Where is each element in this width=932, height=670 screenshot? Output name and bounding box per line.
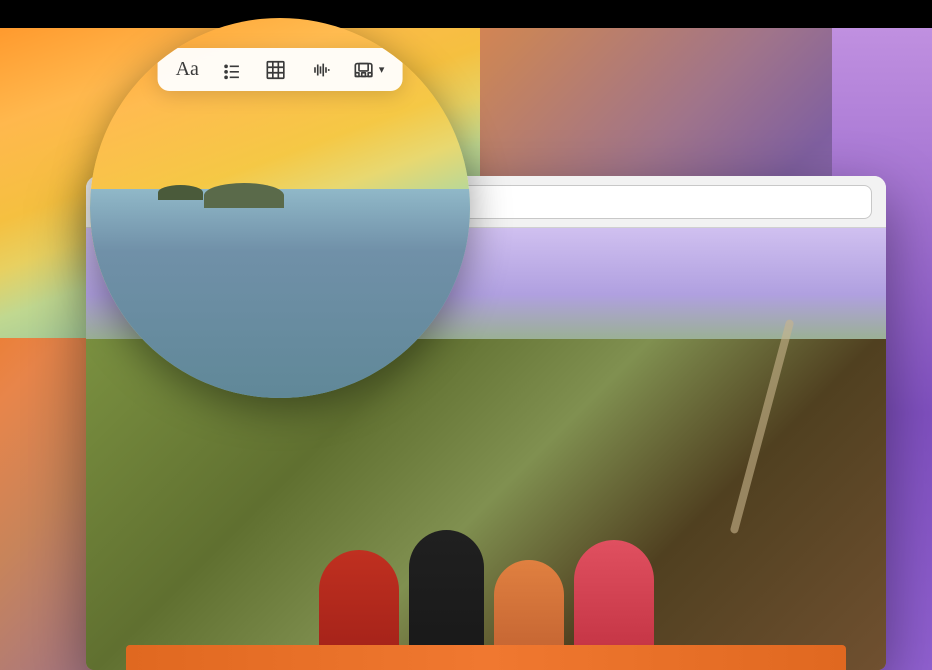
media-tool-button[interactable]: ▾ [353,59,385,81]
circle-water [90,189,470,398]
media-icon [353,59,375,81]
font-icon: Aa [176,58,199,81]
list-icon [221,59,243,81]
magnify-circle: Aa [90,18,470,398]
audio-icon [309,59,331,81]
list-tool-button[interactable] [221,59,243,81]
circle-island-large [204,183,284,208]
audio-tool-button[interactable] [309,59,331,81]
format-toolbar: Aa [158,48,403,91]
font-tool-button[interactable]: Aa [176,58,199,81]
picnic-blanket [126,645,846,670]
table-icon [265,59,287,81]
chevron-down-icon: ▾ [379,63,385,76]
circle-island-small [158,185,203,200]
table-tool-button[interactable] [265,59,287,81]
photo-people-group [166,427,806,670]
